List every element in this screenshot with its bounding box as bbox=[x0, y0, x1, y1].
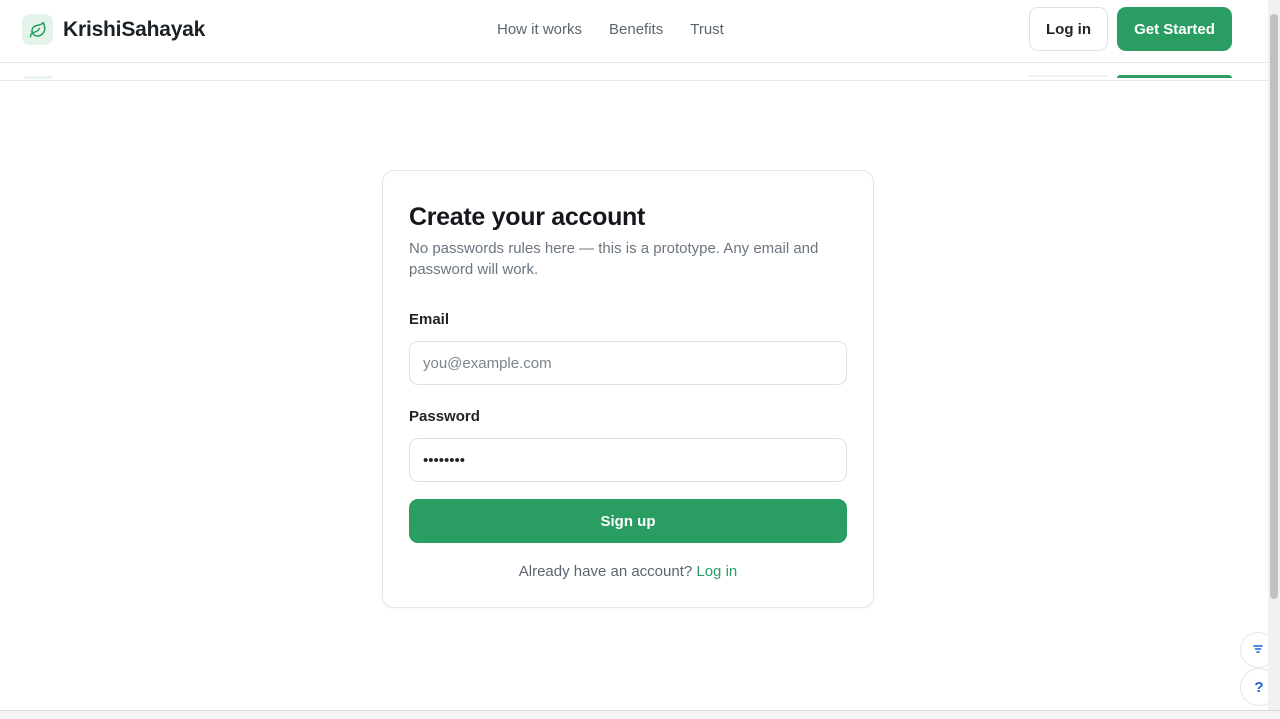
main-nav: How it works Benefits Trust bbox=[497, 21, 724, 38]
header-ghost-start bbox=[1117, 75, 1232, 78]
password-field[interactable] bbox=[409, 438, 847, 482]
get-started-button[interactable]: Get Started bbox=[1117, 7, 1232, 51]
signup-button[interactable]: Sign up bbox=[409, 499, 847, 543]
bottom-edge bbox=[0, 710, 1280, 719]
scrollbar-thumb[interactable] bbox=[1270, 14, 1278, 599]
nav-how-it-works[interactable]: How it works bbox=[497, 21, 582, 38]
login-prompt: Already have an account? Log in bbox=[383, 563, 873, 580]
header-shadow-strip bbox=[0, 64, 1268, 81]
brand-name: KrishiSahayak bbox=[63, 17, 206, 41]
page-subtitle: No passwords rules here — this is a prot… bbox=[409, 240, 819, 278]
email-field[interactable] bbox=[409, 341, 847, 385]
nav-trust[interactable]: Trust bbox=[690, 21, 724, 38]
login-prompt-text: Already have an account? bbox=[518, 563, 693, 580]
page-title: Create your account bbox=[409, 203, 646, 231]
top-nav: KrishiSahayak How it works Benefits Trus… bbox=[0, 0, 1268, 63]
help-icon: ? bbox=[1254, 678, 1264, 696]
scrollbar[interactable] bbox=[1268, 0, 1280, 710]
nav-benefits[interactable]: Benefits bbox=[609, 21, 663, 38]
leaf-icon bbox=[22, 14, 53, 45]
filter-icon bbox=[1252, 642, 1264, 659]
password-label: Password bbox=[409, 408, 480, 425]
brand[interactable]: KrishiSahayak bbox=[22, 14, 205, 45]
signup-card: Create your account No passwords rules h… bbox=[382, 170, 874, 608]
login-link[interactable]: Log in bbox=[696, 563, 737, 580]
header-ghost-login bbox=[1029, 75, 1108, 77]
header-login-button[interactable]: Log in bbox=[1029, 7, 1108, 51]
email-label: Email bbox=[409, 311, 450, 328]
header-ghost-logo bbox=[24, 76, 52, 79]
